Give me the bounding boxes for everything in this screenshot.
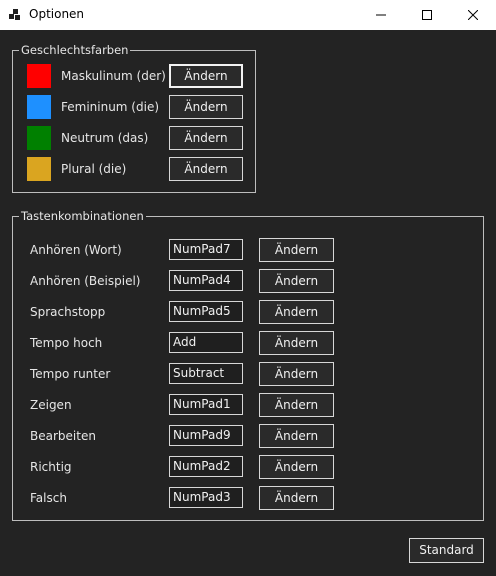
change-color-neuter-button[interactable]: Ändern — [169, 126, 243, 150]
shortcut-field-tempo-down[interactable]: Subtract — [169, 363, 243, 384]
change-color-plural-button[interactable]: Ändern — [169, 157, 243, 181]
shortcut-label-wrong: Falsch — [30, 491, 67, 505]
shortcut-label-speech-stop: Sprachstopp — [30, 305, 106, 319]
shortcut-label-edit: Bearbeiten — [30, 429, 96, 443]
shortcuts-title: Tastenkombinationen — [19, 209, 146, 223]
label-neuter: Neutrum (das) — [61, 131, 149, 145]
shortcut-field-listen-example[interactable]: NumPad4 — [169, 270, 243, 291]
maximize-button[interactable] — [404, 0, 450, 30]
shortcut-label-listen-example: Anhören (Beispiel) — [30, 274, 141, 288]
shortcut-label-tempo-down: Tempo runter — [30, 367, 111, 381]
change-shortcut-show-button[interactable]: Ändern — [259, 393, 334, 417]
shortcut-label-listen-word: Anhören (Wort) — [30, 243, 122, 257]
options-app-icon — [9, 9, 21, 21]
color-swatch-feminine[interactable] — [27, 95, 51, 119]
change-shortcut-tempo-down-button[interactable]: Ändern — [259, 362, 334, 386]
label-masculine: Maskulinum (der) — [61, 69, 166, 83]
label-plural: Plural (die) — [61, 162, 127, 176]
change-color-feminine-button[interactable]: Ändern — [169, 95, 243, 119]
shortcut-field-speech-stop[interactable]: NumPad5 — [169, 301, 243, 322]
change-color-masculine-button[interactable]: Ändern — [169, 64, 243, 88]
close-icon — [468, 10, 478, 20]
shortcut-field-correct[interactable]: NumPad2 — [169, 456, 243, 477]
gender-colors-group: Geschlechtsfarben Maskulinum (der) Änder… — [12, 43, 256, 193]
gender-colors-title: Geschlechtsfarben — [19, 43, 131, 57]
shortcut-label-show: Zeigen — [30, 398, 72, 412]
change-shortcut-listen-example-button[interactable]: Ändern — [259, 269, 334, 293]
change-shortcut-wrong-button[interactable]: Ändern — [259, 486, 334, 510]
shortcut-field-listen-word[interactable]: NumPad7 — [169, 239, 243, 260]
minimize-icon — [376, 14, 386, 16]
maximize-icon — [422, 10, 432, 20]
shortcuts-group: Tastenkombinationen Anhören (Wort) NumPa… — [12, 209, 484, 521]
shortcut-label-correct: Richtig — [30, 460, 72, 474]
shortcut-field-wrong[interactable]: NumPad3 — [169, 487, 243, 508]
color-swatch-plural[interactable] — [27, 157, 51, 181]
change-shortcut-edit-button[interactable]: Ändern — [259, 424, 334, 448]
shortcut-field-tempo-up[interactable]: Add — [169, 332, 243, 353]
default-button[interactable]: Standard — [409, 538, 484, 563]
label-feminine: Femininum (die) — [61, 100, 160, 114]
minimize-button[interactable] — [358, 0, 404, 30]
close-button[interactable] — [450, 0, 496, 30]
shortcut-field-show[interactable]: NumPad1 — [169, 394, 243, 415]
change-shortcut-listen-word-button[interactable]: Ändern — [259, 238, 334, 262]
change-shortcut-tempo-up-button[interactable]: Ändern — [259, 331, 334, 355]
change-shortcut-correct-button[interactable]: Ändern — [259, 455, 334, 479]
color-swatch-neuter[interactable] — [27, 126, 51, 150]
color-swatch-masculine[interactable] — [27, 64, 51, 88]
window-title: Optionen — [29, 7, 85, 21]
shortcut-field-edit[interactable]: NumPad9 — [169, 425, 243, 446]
shortcut-label-tempo-up: Tempo hoch — [30, 336, 103, 350]
title-bar: Optionen — [0, 0, 496, 30]
change-shortcut-speech-stop-button[interactable]: Ändern — [259, 300, 334, 324]
